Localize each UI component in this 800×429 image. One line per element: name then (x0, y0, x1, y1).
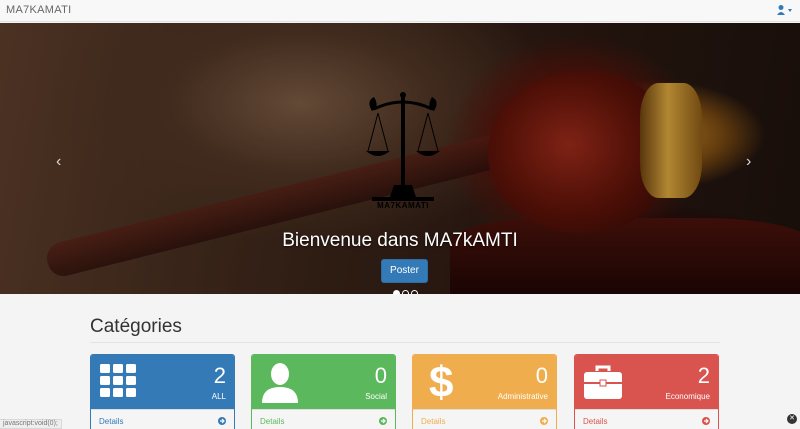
arrow-circle-right-icon (540, 417, 548, 425)
logo-wordmark: MA7KAMATI (377, 201, 429, 210)
grid-icon (100, 364, 136, 397)
briefcase-icon (584, 365, 622, 399)
arrow-circle-right-icon (702, 417, 710, 425)
carousel-indicator-3[interactable] (411, 290, 418, 294)
poster-button[interactable]: Poster (381, 259, 428, 283)
hero-carousel: ‹ › MA7KAMATI Bienvenue dans MA7kAMTI Po… (0, 23, 800, 294)
details-link[interactable]: Details (99, 417, 123, 426)
section-divider (90, 342, 720, 343)
categories-heading: Catégories (90, 316, 182, 337)
carousel-indicator-1[interactable] (393, 290, 400, 294)
user-icon (777, 5, 792, 15)
brand-link[interactable]: MA7KAMATI (6, 4, 71, 16)
user-menu-button[interactable] (776, 4, 794, 18)
category-count: 0 (374, 363, 387, 388)
category-footer[interactable]: Details (413, 409, 556, 429)
navbar: MA7KAMATI (0, 0, 800, 22)
dollar-icon: $ (429, 358, 453, 403)
carousel-next-arrow[interactable]: › (746, 153, 751, 171)
category-footer[interactable]: Details (91, 409, 234, 429)
arrow-circle-right-icon (218, 417, 226, 425)
arrow-circle-right-icon (379, 417, 387, 425)
category-card-social[interactable]: 0 Social Details (251, 354, 396, 429)
carousel-indicators (393, 290, 418, 294)
category-footer[interactable]: Details (575, 409, 718, 429)
category-count: 0 (535, 363, 548, 388)
category-count: 2 (697, 363, 710, 388)
status-bar-url: javascript:void(0); (0, 419, 62, 429)
category-label: Social (365, 392, 387, 401)
carousel-indicator-2[interactable] (402, 290, 409, 294)
details-link[interactable]: Details (583, 417, 607, 426)
person-icon (262, 363, 298, 403)
category-card-economique[interactable]: 2 Economique Details (574, 354, 719, 429)
close-icon[interactable]: ✕ (787, 414, 797, 424)
svg-text:$: $ (429, 358, 453, 403)
category-label: Economique (665, 392, 710, 401)
details-link[interactable]: Details (260, 417, 284, 426)
category-card-administrative[interactable]: $ 0 Administrative Details (412, 354, 557, 429)
carousel-prev-arrow[interactable]: ‹ (56, 153, 61, 171)
category-label: Administrative (497, 392, 548, 401)
details-link[interactable]: Details (421, 417, 445, 426)
carousel-caption: Bienvenue dans MA7kAMTI (282, 230, 518, 251)
scales-of-justice-logo (366, 92, 440, 201)
category-count: 2 (213, 363, 226, 388)
category-label: ALL (211, 392, 226, 401)
category-card-all[interactable]: 2 ALL Details (90, 354, 235, 429)
category-footer[interactable]: Details (252, 409, 395, 429)
